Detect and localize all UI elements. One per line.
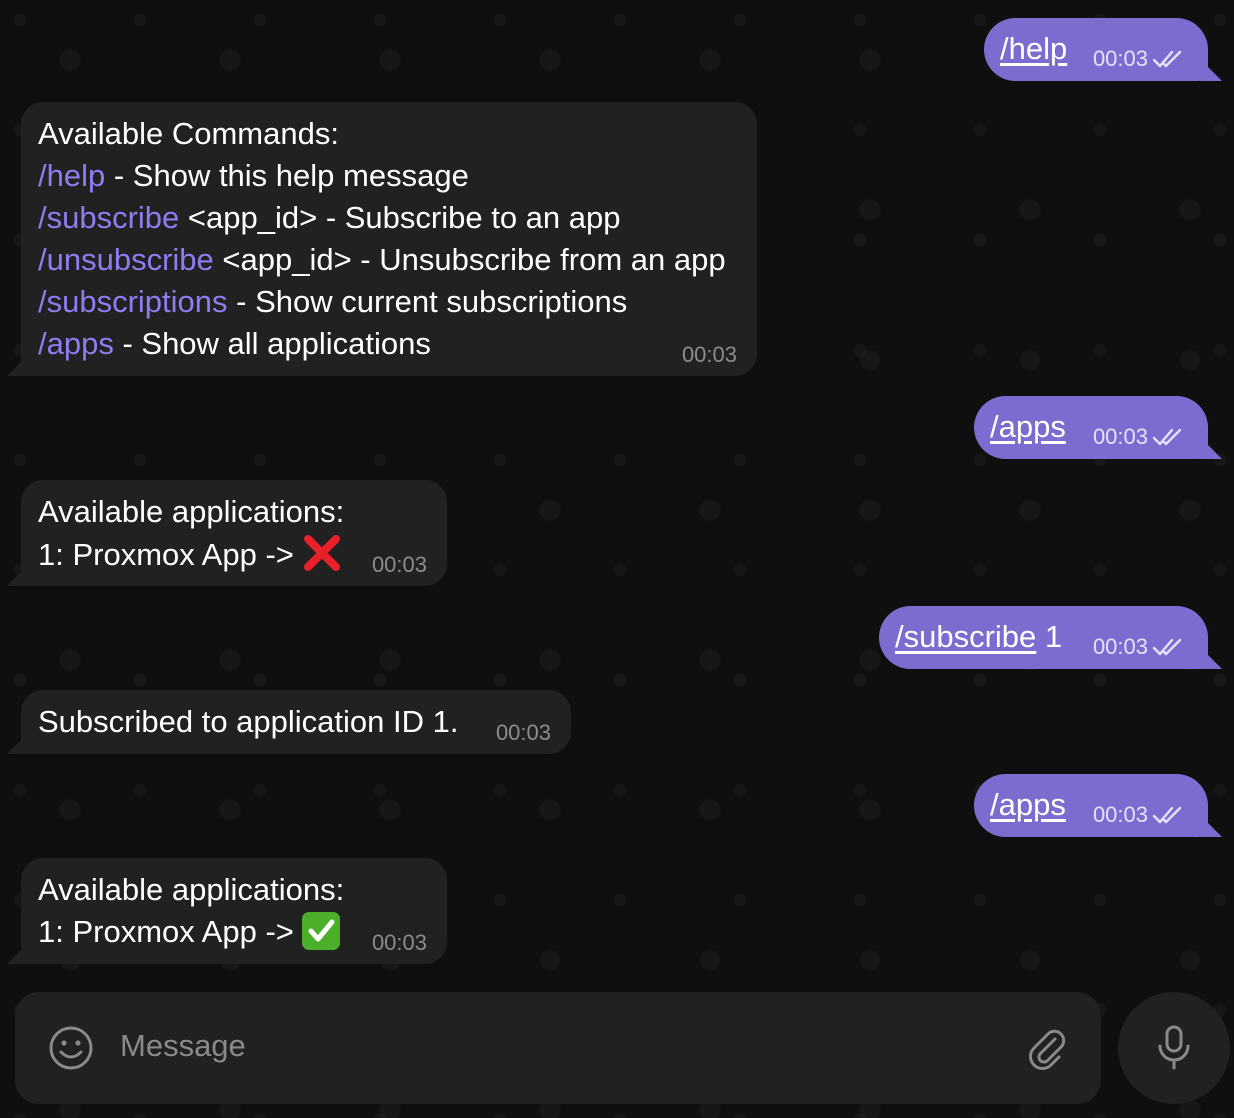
incoming-message: Available Commands: /help - Show this he… — [7, 102, 757, 376]
outgoing-message[interactable]: /subscribe 1 00:03 — [879, 606, 1222, 669]
message-meta: 00:03 — [1093, 46, 1186, 72]
message-meta: 00:03 — [1093, 802, 1186, 828]
message-time: 00:03 — [1092, 424, 1148, 449]
message-line: 1: Proxmox App -> — [38, 533, 429, 576]
message-composer[interactable]: Message — [15, 992, 1101, 1104]
message-time: 00:03 — [371, 552, 427, 577]
command-link[interactable]: /apps — [38, 326, 114, 361]
smile-icon[interactable] — [48, 1025, 94, 1071]
outgoing-message[interactable]: /apps 00:03 — [974, 774, 1222, 837]
check-mark-button-icon — [302, 912, 341, 950]
command-link[interactable]: /unsubscribe — [38, 242, 214, 277]
app-entry: 1: Proxmox App -> — [38, 914, 303, 949]
command-link[interactable]: /help — [38, 158, 105, 193]
incoming-message: Subscribed to application ID 1. 00:03 — [7, 690, 571, 754]
command-description: - Show this help message — [105, 158, 469, 193]
command-link[interactable]: /apps — [990, 409, 1066, 444]
app-entry: 1: Proxmox App -> — [38, 537, 303, 572]
microphone-icon — [1158, 1025, 1190, 1070]
command-line: /subscribe <app_id> - Subscribe to an ap… — [38, 197, 739, 239]
incoming-message: Available applications: 1: Proxmox App -… — [7, 480, 447, 586]
command-link[interactable]: /subscribe — [895, 619, 1036, 654]
message-time: 00:03 — [1092, 634, 1148, 659]
outgoing-message[interactable]: /help 00:03 — [984, 18, 1222, 81]
message-time: 00:03 — [1092, 46, 1148, 71]
paperclip-icon[interactable] — [1023, 1025, 1069, 1071]
incoming-message: Available applications: 1: Proxmox App -… — [7, 858, 447, 964]
message-time: 00:03 — [495, 720, 551, 745]
command-line: /subscriptions - Show current subscripti… — [38, 281, 739, 323]
command-description: <app_id> - Unsubscribe from an app — [213, 242, 726, 277]
microphone-button[interactable] — [1118, 992, 1230, 1104]
double-check-icon — [1152, 50, 1182, 68]
message-title: Available Commands: — [38, 116, 339, 151]
command-description: - Show all applications — [113, 326, 431, 361]
double-check-icon — [1152, 638, 1182, 656]
message-meta: 00:03 — [1093, 634, 1186, 660]
outgoing-message[interactable]: /apps 00:03 — [974, 396, 1222, 459]
double-check-icon — [1152, 428, 1182, 446]
command-link[interactable]: /help — [1000, 31, 1067, 66]
message-text: Subscribed to application ID 1. — [38, 704, 459, 739]
command-argument: 1 — [1036, 619, 1063, 654]
message-time: 00:03 — [1092, 802, 1148, 827]
cross-mark-icon — [304, 535, 341, 571]
message-time: 00:03 — [681, 342, 737, 367]
message-line: Available applications: — [38, 872, 345, 907]
double-check-icon — [1152, 806, 1182, 824]
message-time: 00:03 — [371, 930, 427, 955]
command-description: <app_id> - Subscribe to an app — [179, 200, 621, 235]
command-link[interactable]: /subscriptions — [38, 284, 228, 319]
message-line: 1: Proxmox App -> — [38, 911, 429, 953]
command-link[interactable]: /apps — [990, 787, 1066, 822]
command-line: /help - Show this help message — [38, 155, 739, 197]
command-description: - Show current subscriptions — [227, 284, 628, 319]
message-line: Available applications: — [38, 494, 345, 529]
command-line: /unsubscribe <app_id> - Unsubscribe from… — [38, 239, 739, 281]
message-input[interactable]: Message — [120, 1028, 246, 1064]
command-link[interactable]: /subscribe — [38, 200, 179, 235]
command-line: /apps - Show all applications — [38, 323, 739, 365]
message-meta: 00:03 — [1093, 424, 1186, 450]
